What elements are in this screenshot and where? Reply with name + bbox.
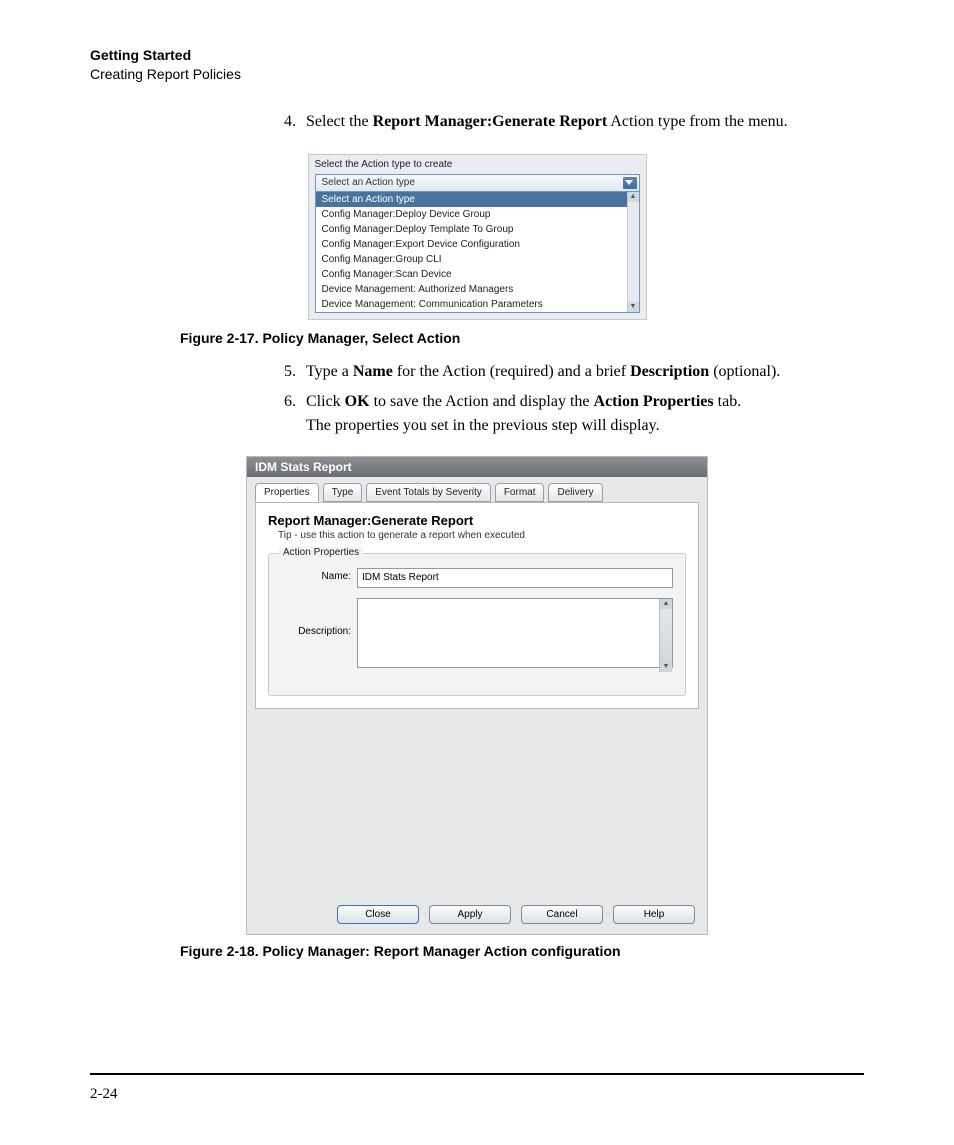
list-item[interactable]: Device Management: Authorized Managers bbox=[316, 282, 627, 297]
fig18-panel: IDM Stats Report Properties Type Event T… bbox=[246, 456, 708, 935]
tab-delivery[interactable]: Delivery bbox=[548, 483, 602, 502]
text: for the Action (required) and a brief bbox=[393, 363, 630, 380]
close-button[interactable]: Close bbox=[337, 905, 419, 924]
scrollbar[interactable] bbox=[627, 192, 639, 312]
text: to save the Action and display the bbox=[370, 393, 594, 410]
step-number: 6. bbox=[270, 390, 306, 438]
chevron-down-icon bbox=[625, 180, 633, 185]
list-item[interactable]: Select an Action type bbox=[316, 192, 627, 207]
footer-rule bbox=[90, 1073, 864, 1075]
cancel-button[interactable]: Cancel bbox=[521, 905, 603, 924]
text: Action type from the menu. bbox=[607, 113, 787, 130]
fig17-label: Select the Action type to create bbox=[315, 159, 640, 170]
tip-text: Tip - use this action to generate a repo… bbox=[278, 530, 686, 541]
name-input[interactable] bbox=[357, 568, 673, 588]
text: Type a bbox=[306, 363, 353, 380]
help-button[interactable]: Help bbox=[613, 905, 695, 924]
text: The properties you set in the previous s… bbox=[306, 417, 660, 434]
list-item[interactable]: Config Manager:Export Device Configurati… bbox=[316, 237, 627, 252]
description-label: Description: bbox=[281, 598, 357, 637]
tab-bar: Properties Type Event Totals by Severity… bbox=[247, 477, 707, 502]
apply-button[interactable]: Apply bbox=[429, 905, 511, 924]
step-number: 4. bbox=[270, 110, 306, 134]
list-item[interactable]: Config Manager:Group CLI bbox=[316, 252, 627, 267]
bold-text: Action Properties bbox=[594, 393, 714, 410]
step-text: Click OK to save the Action and display … bbox=[306, 390, 864, 438]
step-number: 5. bbox=[270, 360, 306, 384]
page-number: 2-24 bbox=[90, 1086, 118, 1103]
select-value: Select an Action type bbox=[322, 177, 415, 188]
description-textarea[interactable] bbox=[357, 598, 673, 668]
text: Select the bbox=[306, 113, 373, 130]
list-item[interactable]: Config Manager:Scan Device bbox=[316, 267, 627, 282]
scrollbar[interactable] bbox=[659, 599, 672, 672]
bold-text: Report Manager:Generate Report bbox=[373, 113, 608, 130]
tab-content: Report Manager:Generate Report Tip - use… bbox=[255, 502, 699, 709]
action-properties-fieldset: Action Properties Name: Description: bbox=[268, 553, 686, 696]
bold-text: Name bbox=[353, 363, 393, 380]
page-header: Getting Started Creating Report Policies bbox=[90, 46, 864, 84]
name-label: Name: bbox=[281, 568, 357, 582]
list-item[interactable]: Config Manager:Deploy Device Group bbox=[316, 207, 627, 222]
section-title: Report Manager:Generate Report bbox=[268, 513, 686, 528]
bold-text: OK bbox=[345, 393, 370, 410]
list-item[interactable]: Config Manager:Deploy Template To Group bbox=[316, 222, 627, 237]
list-item[interactable]: Device Management: Communication Paramet… bbox=[316, 297, 627, 312]
step-text: Select the Report Manager:Generate Repor… bbox=[306, 110, 864, 134]
tab-type[interactable]: Type bbox=[323, 483, 363, 502]
step-text: Type a Name for the Action (required) an… bbox=[306, 360, 864, 384]
fig17-caption: Figure 2-17. Policy Manager, Select Acti… bbox=[180, 330, 864, 346]
action-type-select[interactable]: Select an Action type bbox=[315, 174, 640, 192]
text: tab. bbox=[714, 393, 742, 410]
step-6: 6. Click OK to save the Action and displ… bbox=[270, 390, 864, 438]
tab-format[interactable]: Format bbox=[495, 483, 545, 502]
header-line2: Creating Report Policies bbox=[90, 65, 864, 84]
text: (optional). bbox=[709, 363, 780, 380]
panel-title: IDM Stats Report bbox=[247, 457, 707, 477]
text: Click bbox=[306, 393, 345, 410]
header-line1: Getting Started bbox=[90, 46, 864, 65]
tab-event-totals[interactable]: Event Totals by Severity bbox=[366, 483, 491, 502]
step-5: 5. Type a Name for the Action (required)… bbox=[270, 360, 864, 384]
fig17-dropdown: Select the Action type to create Select … bbox=[308, 154, 647, 320]
fieldset-legend: Action Properties bbox=[279, 547, 363, 558]
tab-properties[interactable]: Properties bbox=[255, 483, 319, 502]
button-bar: Close Apply Cancel Help bbox=[247, 897, 707, 934]
step-4: 4. Select the Report Manager:Generate Re… bbox=[270, 110, 864, 134]
action-type-list: Select an Action type Config Manager:Dep… bbox=[315, 192, 640, 313]
bold-text: Description bbox=[630, 363, 709, 380]
fig18-caption: Figure 2-18. Policy Manager: Report Mana… bbox=[180, 943, 864, 959]
